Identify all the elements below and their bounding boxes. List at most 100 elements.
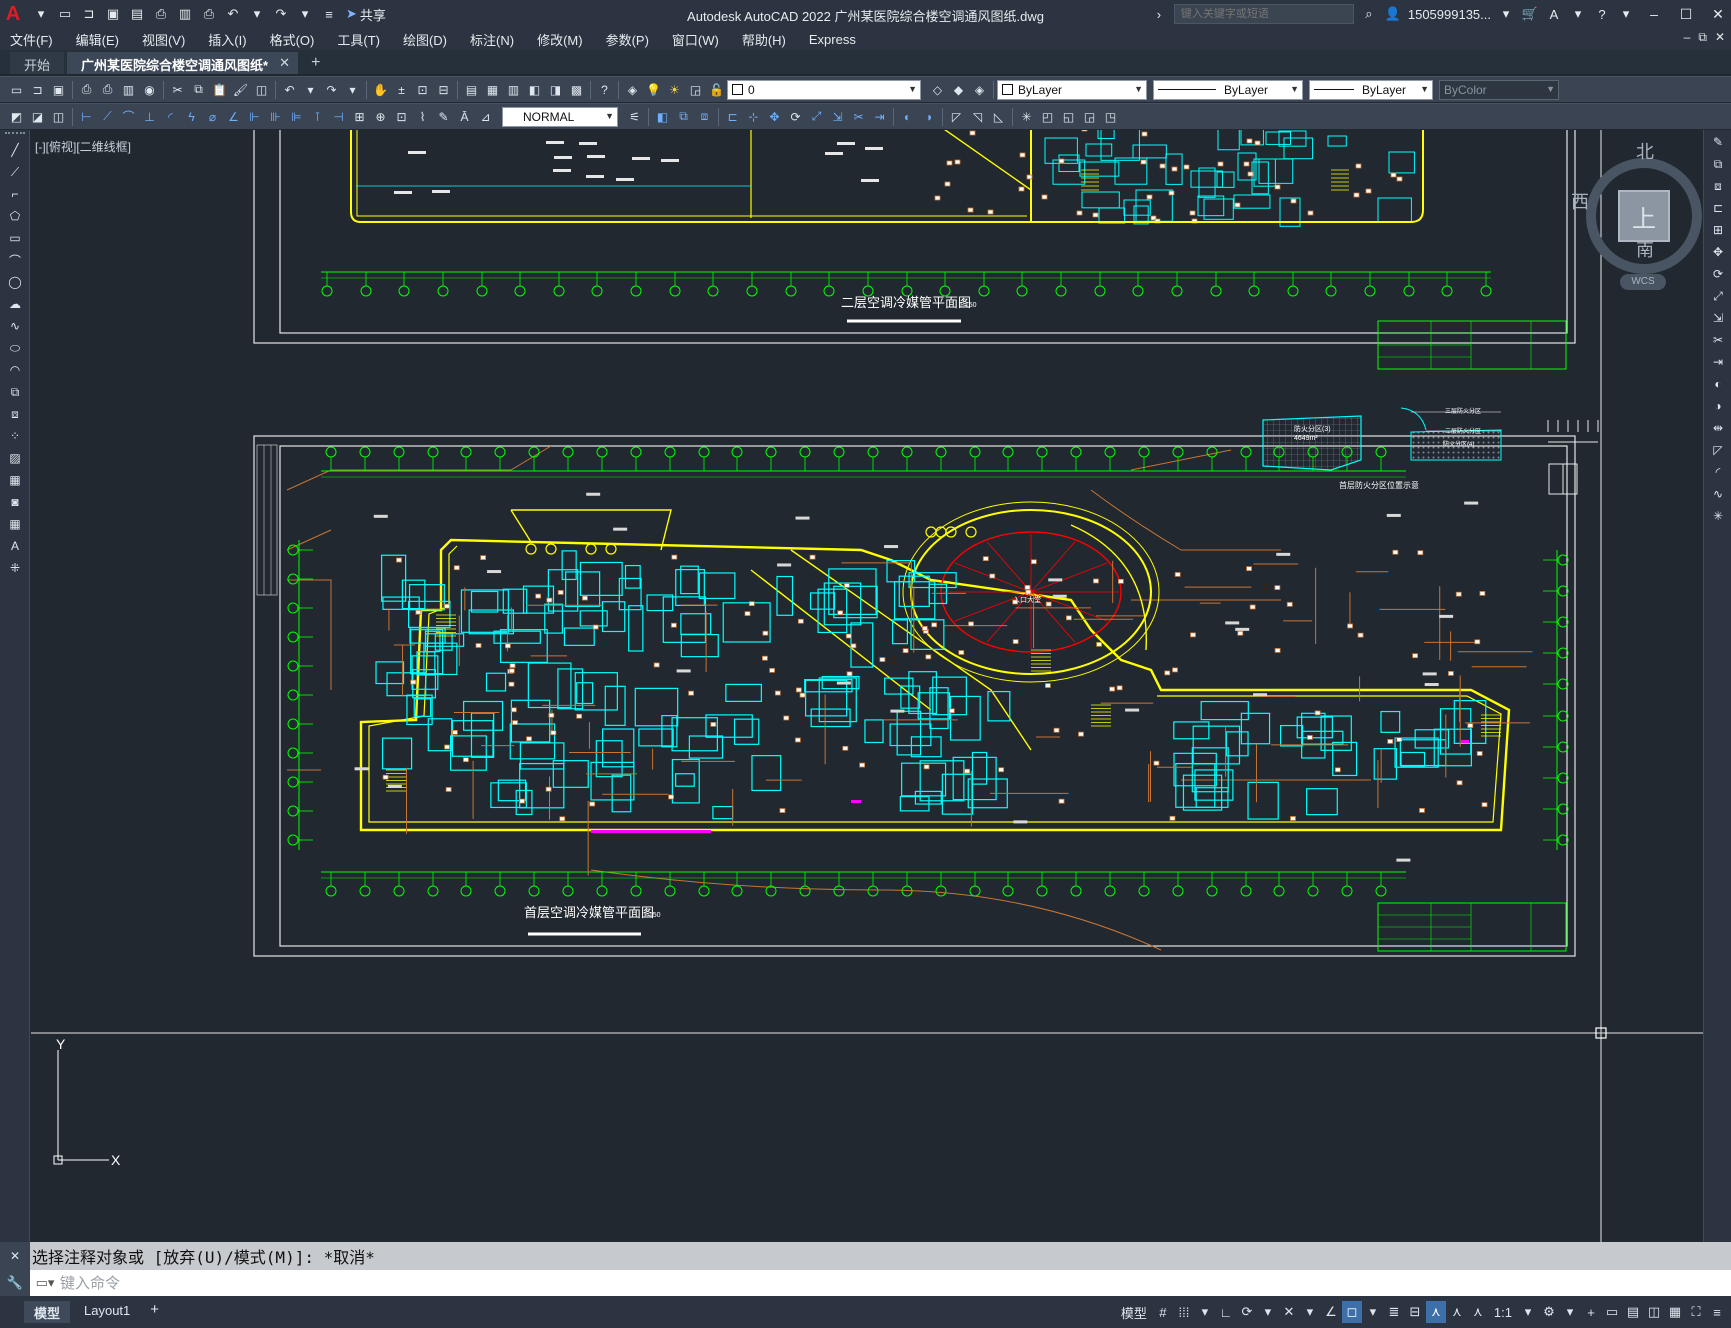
layer-viewport-icon[interactable]: ◲ — [685, 80, 706, 100]
command-close-icon[interactable]: ✕ — [0, 1242, 30, 1270]
scale-icon[interactable]: ⤢ — [1707, 286, 1729, 306]
break-at-point-icon[interactable]: ◐ — [1707, 374, 1729, 394]
menu-express[interactable]: Express — [809, 32, 856, 47]
properties-icon[interactable]: ▤ — [461, 80, 482, 100]
customize-icon[interactable]: ≡ — [318, 3, 340, 25]
zoom-realtime-icon[interactable]: ± — [391, 80, 412, 100]
array-icon[interactable]: ⊞ — [1707, 220, 1729, 240]
draworder-above-icon[interactable]: ◲ — [1079, 107, 1100, 127]
viewcube-south[interactable]: 南 — [1636, 236, 1654, 262]
app-logo[interactable]: A — [0, 1, 26, 27]
user-name[interactable]: 1505999135... — [1408, 7, 1491, 22]
ellipse-icon[interactable]: ⬭ — [4, 338, 26, 358]
extend-icon[interactable]: ⇥ — [1707, 352, 1729, 372]
dimstyle-dropdown[interactable]: NORMAL ▼ — [502, 106, 618, 127]
inspect-icon[interactable]: ⊡ — [391, 107, 412, 127]
menu-file[interactable]: 文件(F) — [10, 30, 53, 49]
continue-dim-icon[interactable]: ⊫ — [286, 107, 307, 127]
construction-line-icon[interactable]: ⟋ — [4, 162, 26, 182]
doc-close-icon[interactable]: ✕ — [1715, 30, 1725, 45]
grid-icon[interactable]: # — [1153, 1301, 1173, 1323]
command-input[interactable] — [60, 1274, 1560, 1292]
tab-model[interactable]: 模型 — [24, 1301, 71, 1323]
add-layout-button[interactable]: + — [144, 1301, 165, 1323]
workspace-gear-icon[interactable]: ⚙ — [1539, 1301, 1559, 1323]
tab-layout1[interactable]: Layout1 — [74, 1301, 140, 1323]
erase-icon[interactable]: ✎ — [1707, 132, 1729, 152]
calculator-icon[interactable]: ▩ — [566, 80, 587, 100]
baseline-dim-icon[interactable]: ⊪ — [265, 107, 286, 127]
isolate-objects-icon[interactable]: ◫ — [1644, 1301, 1664, 1323]
rotate-icon[interactable]: ⟳ — [785, 107, 806, 127]
qnew-icon[interactable]: ▭ — [6, 80, 27, 100]
cut-icon[interactable]: ✂ — [167, 80, 188, 100]
stretch-icon[interactable]: ⇲ — [827, 107, 848, 127]
insert-block-icon[interactable]: ⧉ — [4, 382, 26, 402]
trim-icon[interactable]: ✂ — [1707, 330, 1729, 350]
spline-icon[interactable]: ∿ — [4, 316, 26, 336]
zoom-window-icon[interactable]: ⊡ — [412, 80, 433, 100]
add-selected-icon[interactable]: ⁜ — [4, 558, 26, 578]
copy-icon[interactable]: ⧉ — [188, 80, 209, 100]
user-dropdown-icon[interactable]: ▾ — [1497, 6, 1515, 22]
search-input[interactable] — [1173, 4, 1354, 24]
annotation-visibility-icon[interactable]: ⋏ — [1425, 1301, 1446, 1323]
isodraft-icon[interactable]: ✕ — [1279, 1301, 1299, 1323]
viewcube-north[interactable]: 北 — [1636, 138, 1654, 164]
app-dropdown-icon[interactable]: ▾ — [1569, 6, 1587, 22]
quick-properties-icon[interactable]: ▤ — [1623, 1301, 1643, 1323]
new-icon[interactable]: ▭ — [54, 3, 76, 25]
mirror-icon[interactable]: ⧈ — [1707, 176, 1729, 196]
polyline-icon[interactable]: ⌐ — [4, 184, 26, 204]
dim-text-edit-icon[interactable]: Ā — [454, 107, 475, 127]
join-icon[interactable]: ⇹ — [1707, 418, 1729, 438]
sheet-set-icon[interactable]: ◧ — [524, 80, 545, 100]
undo-dropdown-icon[interactable]: ▾ — [300, 80, 321, 100]
ortho-icon[interactable]: ∟ — [1216, 1301, 1236, 1323]
tab-drawing[interactable]: 广州某医院综合楼空调通风图纸* ✕ — [67, 52, 299, 74]
menu-view[interactable]: 视图(V) — [142, 30, 185, 49]
undo-icon[interactable]: ↶ — [222, 3, 244, 25]
fillet-icon[interactable]: ◹ — [967, 107, 988, 127]
tab-start[interactable]: 开始 — [10, 52, 65, 74]
viewcube-west[interactable]: 西 — [1571, 188, 1589, 214]
pan-icon[interactable]: ✋ — [370, 80, 391, 100]
cart-icon[interactable]: 🛒 — [1521, 6, 1539, 22]
plot-icon[interactable]: ⎙ — [198, 3, 220, 25]
menu-tools[interactable]: 工具(T) — [337, 30, 380, 49]
saveas-icon[interactable]: ▤ — [126, 3, 148, 25]
user-icon[interactable]: 👤 — [1384, 6, 1402, 22]
move-icon[interactable]: ✥ — [764, 107, 785, 127]
search-icon[interactable]: ⌕ — [1360, 6, 1378, 22]
snap-dropdown-icon[interactable]: ▾ — [1195, 1301, 1215, 1323]
publish-icon[interactable]: ▥ — [118, 80, 139, 100]
redo-icon[interactable]: ↷ — [270, 3, 292, 25]
dim-style-manager-icon[interactable]: ⚟ — [624, 107, 645, 127]
publish-icon[interactable]: ▥ — [174, 3, 196, 25]
angular-dim-icon[interactable]: ∠ — [223, 107, 244, 127]
dim-override-icon[interactable]: ◫ — [48, 107, 69, 127]
scale-icon[interactable]: ⤢ — [806, 107, 827, 127]
linear-dim-icon[interactable]: ⊢ — [76, 107, 97, 127]
help-icon[interactable]: ? — [594, 80, 615, 100]
menu-format[interactable]: 格式(O) — [270, 30, 315, 49]
dim-space-icon[interactable]: ⊺ — [307, 107, 328, 127]
chamfer-icon[interactable]: ◸ — [946, 107, 967, 127]
open-icon[interactable]: ⊐ — [27, 80, 48, 100]
lineweight-dropdown[interactable]: ByLayer ▼ — [1309, 79, 1433, 100]
chamfer-icon[interactable]: ◸ — [1707, 440, 1729, 460]
explode-icon[interactable]: ✳ — [1016, 107, 1037, 127]
layer-on-icon[interactable]: 💡 — [643, 80, 664, 100]
viewcube-top-face[interactable]: 上 — [1618, 190, 1670, 242]
radius-dim-icon[interactable]: ◜ — [160, 107, 181, 127]
explode-icon[interactable]: ✳ — [1707, 506, 1729, 526]
viewcube[interactable]: 上 北 南 东 西 WCS — [1571, 138, 1703, 313]
annotation-scale-dropdown-icon[interactable]: ▾ — [1518, 1301, 1538, 1323]
3d-print-icon[interactable]: ◉ — [139, 80, 160, 100]
region-icon[interactable]: ◙ — [4, 492, 26, 512]
customization-icon[interactable]: ≡ — [1707, 1301, 1727, 1323]
revision-cloud-icon[interactable]: ☁ — [4, 294, 26, 314]
menu-modify[interactable]: 修改(M) — [537, 30, 583, 49]
object-snap-dropdown-icon[interactable]: ▾ — [1363, 1301, 1383, 1323]
layer-previous-icon[interactable]: ◆ — [948, 80, 969, 100]
